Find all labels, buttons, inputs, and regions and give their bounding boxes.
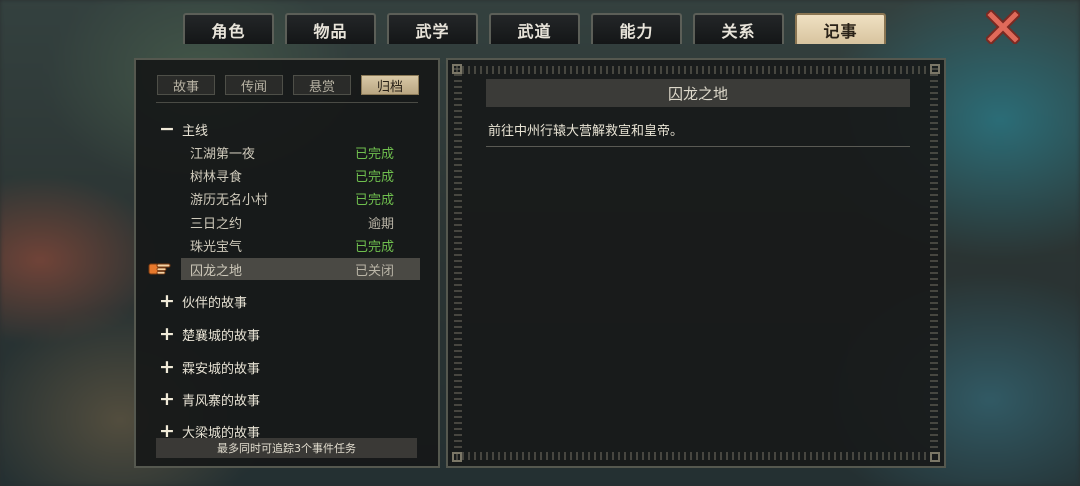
quest-row[interactable]: 珠光宝气 已完成: [181, 234, 420, 256]
subtab-bounties[interactable]: 悬赏: [293, 75, 351, 95]
border-ornament: [930, 68, 938, 458]
quest-row[interactable]: 江湖第一夜 已完成: [181, 141, 420, 163]
journal-list-panel: 故事 传闻 悬赏 归档 − 主线 江湖第一夜 已完成 树林寻食 已完成 游历无名…: [134, 58, 440, 468]
tracking-limit-note: 最多同时可追踪3个事件任务: [156, 438, 417, 458]
group-label: 主线: [182, 123, 209, 139]
quest-row[interactable]: 三日之约 逾期: [181, 211, 420, 233]
subtab-stories[interactable]: 故事: [157, 75, 215, 95]
tab-journal[interactable]: 记事: [795, 13, 886, 44]
group-qingfeng-stockade[interactable]: + 青风寨的故事: [158, 388, 260, 410]
border-ornament: [456, 452, 936, 460]
description-divider: [486, 146, 910, 147]
group-label: 霖安城的故事: [182, 361, 261, 377]
quest-status: 已关闭: [354, 263, 394, 279]
quest-name: 游历无名小村: [190, 192, 269, 208]
tab-martial-way[interactable]: 武道: [489, 13, 580, 44]
group-label: 青风寨的故事: [182, 393, 261, 409]
quest-description: 前往中州行辕大营解救宣和皇帝。: [488, 124, 684, 139]
group-linan-city[interactable]: + 霖安城的故事: [158, 356, 260, 378]
quest-row[interactable]: 游历无名小村 已完成: [181, 187, 420, 209]
quest-status: 已完成: [354, 239, 394, 255]
group-label: 伙伴的故事: [182, 295, 248, 311]
subtab-divider: [156, 102, 418, 103]
corner-ornament: [930, 64, 940, 74]
quest-row-selected[interactable]: 囚龙之地 已关闭: [181, 258, 420, 280]
subtab-rumors[interactable]: 传闻: [225, 75, 283, 95]
group-companion-stories[interactable]: + 伙伴的故事: [158, 290, 247, 312]
tab-items[interactable]: 物品: [285, 13, 376, 44]
corner-ornament: [930, 452, 940, 462]
close-x-icon: [984, 8, 1022, 46]
subtab-archive[interactable]: 归档: [361, 75, 419, 95]
quest-name: 江湖第一夜: [190, 146, 256, 162]
tab-martial-arts[interactable]: 武学: [387, 13, 478, 44]
quest-detail-panel: 囚龙之地 前往中州行辕大营解救宣和皇帝。: [446, 58, 946, 468]
group-chuxiang-city[interactable]: + 楚襄城的故事: [158, 323, 260, 345]
quest-name: 珠光宝气: [190, 239, 243, 255]
plus-icon: +: [159, 356, 175, 378]
plus-icon: +: [159, 290, 175, 312]
group-main-story[interactable]: − 主线: [158, 118, 208, 140]
minus-icon: −: [159, 118, 175, 140]
border-ornament: [456, 66, 936, 74]
quest-status: 已完成: [354, 192, 394, 208]
quest-name: 三日之约: [190, 216, 243, 232]
border-ornament: [454, 68, 462, 458]
quest-status: 逾期: [367, 216, 394, 232]
quest-row[interactable]: 树林寻食 已完成: [181, 164, 420, 186]
group-label: 楚襄城的故事: [182, 328, 261, 344]
plus-icon: +: [159, 388, 175, 410]
hand-pointer-icon: [148, 261, 172, 277]
close-button[interactable]: [984, 8, 1022, 46]
quest-status: 已完成: [354, 169, 394, 185]
corner-ornament: [452, 452, 462, 462]
tab-abilities[interactable]: 能力: [591, 13, 682, 44]
quest-title: 囚龙之地: [486, 79, 910, 107]
quest-name: 囚龙之地: [190, 263, 243, 279]
quest-status: 已完成: [354, 146, 394, 162]
tab-relations[interactable]: 关系: [693, 13, 784, 44]
plus-icon: +: [159, 323, 175, 345]
tab-character[interactable]: 角色: [183, 13, 274, 44]
corner-ornament: [452, 64, 462, 74]
quest-name: 树林寻食: [190, 169, 243, 185]
